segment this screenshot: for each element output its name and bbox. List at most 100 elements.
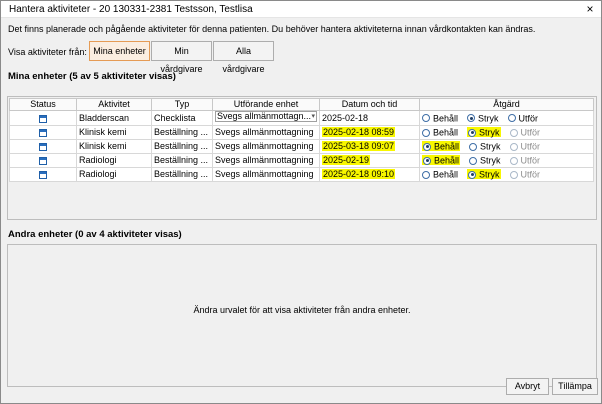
- apply-button[interactable]: Tillämpa: [552, 378, 598, 395]
- unit-select[interactable]: Svegs allmänmottagn... ▾: [215, 111, 317, 122]
- datetime-cell: 2025-03-18 09:07: [319, 138, 420, 154]
- remove-label: Stryk: [480, 155, 501, 166]
- unit-cell: Svegs allmänmottagning: [212, 152, 320, 168]
- unit-select-value: Svegs allmänmottagn...: [217, 111, 312, 121]
- perform-radio[interactable]: [509, 142, 518, 151]
- table-row[interactable]: Radiologi Beställning ... Svegs allmänmott…: [9, 166, 594, 182]
- column-header-type[interactable]: Typ: [151, 98, 213, 111]
- action-cell: Behåll Stryk Utför: [419, 166, 594, 182]
- perform-radio[interactable]: [509, 156, 518, 165]
- status-cell: [9, 152, 77, 168]
- remove-label: Stryk: [480, 141, 501, 152]
- keep-radio[interactable]: [422, 128, 430, 137]
- remove-radio-option[interactable]: Stryk: [467, 126, 501, 138]
- perform-radio-option[interactable]: Utför: [509, 168, 541, 180]
- calendar-icon: [39, 143, 47, 152]
- perform-label: Utför: [520, 141, 541, 152]
- activity-cell: Radiologi: [76, 152, 152, 168]
- status-cell: [9, 166, 77, 182]
- remove-label: Stryk: [479, 127, 500, 138]
- column-header-unit[interactable]: Utförande enhet: [212, 98, 320, 111]
- keep-radio[interactable]: [423, 142, 431, 151]
- datetime-value: 2025-02-18 09:10: [322, 169, 396, 180]
- remove-radio[interactable]: [469, 142, 478, 151]
- keep-radio[interactable]: [422, 170, 430, 179]
- table-header-row: Status Aktivitet Typ Utförande enhet Dat…: [9, 98, 594, 111]
- remove-radio-option[interactable]: Stryk: [467, 112, 499, 125]
- status-cell: [9, 138, 77, 154]
- action-cell: Behåll Stryk Utför: [419, 125, 594, 140]
- remove-label: Stryk: [479, 169, 500, 180]
- info-text: Det finns planerade och pågående aktivit…: [8, 24, 536, 34]
- unit-cell: Svegs allmänmottagning: [212, 138, 320, 154]
- table-row[interactable]: Klinisk kemi Beställning ... Svegs allmänm…: [9, 125, 594, 140]
- table-row[interactable]: Bladderscan Checklista Svegs allmänmottagn…: [9, 110, 594, 126]
- datetime-value: 2025-02-18: [322, 113, 369, 123]
- remove-radio[interactable]: [468, 170, 477, 179]
- datetime-value: 2025-02-19: [322, 155, 371, 166]
- column-header-action[interactable]: Åtgärd: [419, 98, 594, 111]
- action-cell: Behåll Stryk Utför: [419, 138, 594, 154]
- remove-radio-option[interactable]: Stryk: [469, 140, 501, 152]
- perform-radio[interactable]: [507, 114, 516, 123]
- datetime-value: 2025-03-18 09:07: [322, 141, 396, 152]
- perform-label: Utför: [518, 113, 539, 124]
- window-title: Hantera aktiviteter - 20 130331-2381 Tes…: [9, 4, 253, 15]
- cancel-button[interactable]: Avbryt: [506, 378, 549, 395]
- keep-radio-option[interactable]: Behåll: [422, 154, 461, 166]
- remove-label: Stryk: [478, 113, 499, 124]
- type-cell: Beställning ...: [151, 138, 213, 154]
- keep-radio[interactable]: [422, 114, 430, 123]
- perform-radio-option[interactable]: Utför: [509, 140, 541, 152]
- remove-radio[interactable]: [468, 128, 477, 137]
- activity-cell: Radiologi: [76, 166, 152, 182]
- table-row[interactable]: Radiologi Beställning ... Svegs allmänmott…: [9, 152, 594, 168]
- keep-label: Behåll: [434, 141, 460, 152]
- close-icon[interactable]: ×: [583, 2, 597, 16]
- other-units-title: Andra enheter (0 av 4 aktiviteter visas): [8, 229, 182, 240]
- perform-radio-option[interactable]: Utför: [509, 126, 541, 138]
- my-units-title: Mina enheter (5 av 5 aktiviteter visas): [8, 71, 176, 82]
- filter-alla-vardgivare-button[interactable]: Alla vårdgivare: [213, 41, 274, 74]
- remove-radio-option[interactable]: Stryk: [467, 168, 501, 180]
- keep-radio-option[interactable]: Behåll: [422, 126, 458, 138]
- remove-radio[interactable]: [467, 114, 476, 123]
- unit-cell: Svegs allmänmottagn... ▾: [212, 110, 320, 126]
- remove-radio-option[interactable]: Stryk: [469, 154, 501, 166]
- chevron-down-icon: ▾: [311, 113, 315, 120]
- title-bar: Hantera aktiviteter - 20 130331-2381 Tes…: [1, 1, 601, 18]
- perform-radio-option[interactable]: Utför: [507, 112, 539, 125]
- keep-label: Behåll: [433, 169, 459, 180]
- perform-label: Utför: [520, 169, 541, 180]
- calendar-icon: [39, 114, 47, 123]
- perform-radio-option[interactable]: Utför: [509, 154, 540, 166]
- perform-radio[interactable]: [509, 170, 518, 179]
- filter-min-vardgivare-button[interactable]: Min vårdgivare: [151, 41, 212, 74]
- activities-table: Status Aktivitet Typ Utförande enhet Dat…: [9, 98, 594, 182]
- unit-cell: Svegs allmänmottagning: [212, 125, 320, 140]
- perform-radio[interactable]: [509, 128, 518, 137]
- other-units-panel: Ändra urvalet för att visa aktiviteter f…: [7, 244, 597, 387]
- filter-mina-enheter-button[interactable]: Mina enheter: [89, 41, 150, 61]
- action-cell: Behåll Stryk Utför: [419, 110, 594, 126]
- activity-cell: Klinisk kemi: [76, 125, 152, 140]
- column-header-activity[interactable]: Aktivitet: [76, 98, 152, 111]
- datetime-cell: 2025-02-19: [319, 152, 420, 168]
- keep-radio-option[interactable]: Behåll: [422, 112, 458, 125]
- empty-message: Ändra urvalet för att visa aktiviteter f…: [193, 305, 411, 315]
- datetime-cell: 2025-02-18: [319, 110, 420, 126]
- column-header-datetime[interactable]: Datum och tid: [319, 98, 420, 111]
- datetime-value: 2025-02-18 08:59: [322, 127, 396, 138]
- type-cell: Beställning ...: [151, 152, 213, 168]
- action-cell: Behåll Stryk Utför: [419, 152, 594, 168]
- table-row[interactable]: Klinisk kemi Beställning ... Svegs allmänm…: [9, 138, 594, 154]
- keep-radio-option[interactable]: Behåll: [422, 168, 459, 180]
- remove-radio[interactable]: [469, 156, 478, 165]
- keep-radio-option[interactable]: Behåll: [422, 140, 461, 152]
- filter-label: Visa aktiviteter från:: [8, 47, 87, 57]
- column-header-status[interactable]: Status: [9, 98, 77, 111]
- perform-label: Utför: [520, 127, 541, 138]
- type-cell: Beställning ...: [151, 125, 213, 140]
- keep-radio[interactable]: [423, 156, 431, 165]
- calendar-icon: [39, 156, 47, 165]
